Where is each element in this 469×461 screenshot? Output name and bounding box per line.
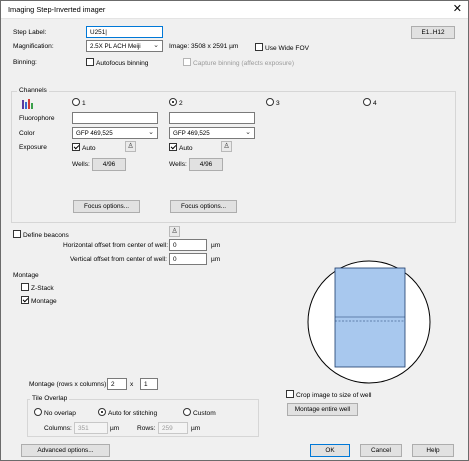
binning-label: Binning: bbox=[13, 59, 37, 66]
channels-group-label: Channels bbox=[17, 87, 49, 94]
help-button[interactable]: Help bbox=[412, 444, 454, 457]
wells-button-1[interactable]: 4/96 bbox=[92, 158, 126, 171]
focus-options-button-2[interactable]: Focus options... bbox=[170, 200, 237, 213]
montage-checkbox[interactable]: Montage bbox=[21, 296, 57, 305]
exposure-label: Exposure bbox=[19, 144, 47, 151]
no-overlap-radio[interactable]: No overlap bbox=[34, 408, 76, 417]
color-dropdown-1[interactable]: GFP 469,525 ⌄ bbox=[72, 127, 158, 139]
ok-button[interactable]: OK bbox=[310, 444, 350, 457]
chevron-down-icon: ⌄ bbox=[148, 129, 154, 136]
color-value-2: GFP 469,525 bbox=[173, 130, 210, 137]
range-button[interactable]: E1..H12 bbox=[411, 26, 455, 39]
wells-label-2: Wells: bbox=[169, 161, 187, 168]
tile-columns-label: Columns: bbox=[44, 425, 72, 432]
magnification-value: 2.5X PL ACH Meiji bbox=[90, 43, 141, 50]
image-size-label: Image: 3508 x 2591 µm bbox=[169, 43, 239, 50]
chevron-down-icon: ⌄ bbox=[245, 129, 251, 136]
channel-radio-3[interactable]: 3 bbox=[266, 98, 280, 107]
montage-tile-area bbox=[334, 267, 406, 368]
magnification-dropdown[interactable]: 2.5X PL ACH Meiji ⌄ bbox=[86, 40, 163, 52]
horizontal-offset-input[interactable]: 0 bbox=[169, 239, 207, 251]
step-label-input[interactable]: U251| bbox=[86, 26, 163, 38]
montage-section-label: Montage bbox=[13, 272, 39, 279]
chevron-down-icon: ⌄ bbox=[153, 42, 159, 49]
exposure-settings-icon[interactable]: ♙ bbox=[125, 141, 136, 152]
focus-options-button-1[interactable]: Focus options... bbox=[73, 200, 140, 213]
channel-radio-2[interactable]: 2 bbox=[169, 98, 183, 107]
horizontal-offset-unit: µm bbox=[211, 242, 221, 249]
vertical-offset-input[interactable]: 0 bbox=[169, 253, 207, 265]
close-icon[interactable]: ✕ bbox=[453, 3, 462, 15]
wells-button-2[interactable]: 4/96 bbox=[189, 158, 223, 171]
horizontal-offset-label: Horizontal offset from center of well: bbox=[63, 242, 169, 249]
well-preview bbox=[307, 260, 431, 384]
tile-columns-unit: µm bbox=[110, 425, 120, 432]
channel-radio-1[interactable]: 1 bbox=[72, 98, 86, 107]
channel-bars-icon[interactable] bbox=[22, 98, 36, 110]
crop-image-checkbox[interactable]: Crop image to size of well bbox=[286, 390, 372, 399]
tile-rows-input[interactable]: 259 bbox=[158, 422, 188, 434]
color-label: Color bbox=[19, 130, 35, 137]
autofocus-binning-checkbox[interactable]: Autofocus binning bbox=[86, 58, 148, 67]
tile-columns-input[interactable]: 351 bbox=[74, 422, 108, 434]
montage-x-label: x bbox=[130, 381, 134, 388]
step-label-text: Step Label: bbox=[13, 29, 47, 36]
custom-radio[interactable]: Custom bbox=[183, 408, 216, 417]
magnification-label: Magnification: bbox=[13, 43, 54, 50]
color-dropdown-2[interactable]: GFP 469,525 ⌄ bbox=[169, 127, 255, 139]
auto-stitching-radio[interactable]: Auto for stitching bbox=[98, 408, 157, 417]
wells-label-1: Wells: bbox=[72, 161, 90, 168]
exposure-auto-checkbox-1[interactable]: Auto bbox=[72, 143, 96, 152]
beacon-settings-icon[interactable]: ♙ bbox=[169, 226, 180, 237]
montage-columns-input[interactable]: 1 bbox=[140, 378, 158, 390]
zstack-checkbox[interactable]: Z-Stack bbox=[21, 283, 54, 292]
capture-binning-checkbox[interactable]: Capture binning (affects exposure) bbox=[183, 58, 294, 67]
vertical-offset-unit: µm bbox=[211, 256, 221, 263]
montage-entire-well-button[interactable]: Montage entire well bbox=[287, 403, 358, 416]
define-beacons-checkbox[interactable]: Define beacons bbox=[13, 230, 69, 239]
cancel-button[interactable]: Cancel bbox=[360, 444, 402, 457]
tile-overlap-group-label: Tile Overlap bbox=[30, 395, 70, 402]
fluorophore-label: Fluorophore bbox=[19, 115, 55, 122]
tile-rows-label: Rows: bbox=[137, 425, 156, 432]
fluorophore-input-1[interactable] bbox=[72, 112, 158, 124]
exposure-settings-icon[interactable]: ♙ bbox=[221, 141, 232, 152]
wide-fov-checkbox[interactable]: Use Wide FOV bbox=[255, 43, 309, 52]
window-title: Imaging Step-Inverted imager bbox=[8, 5, 106, 14]
advanced-options-button[interactable]: Advanced options... bbox=[21, 444, 110, 457]
exposure-auto-checkbox-2[interactable]: Auto bbox=[169, 143, 193, 152]
tile-rows-unit: µm bbox=[191, 425, 201, 432]
montage-size-label: Montage (rows x columns): bbox=[29, 381, 109, 388]
title-bar: Imaging Step-Inverted imager ✕ bbox=[1, 1, 468, 19]
dialog-window: Imaging Step-Inverted imager ✕ Step Labe… bbox=[0, 0, 469, 461]
montage-rows-input[interactable]: 2 bbox=[107, 378, 127, 390]
vertical-offset-label: Vertical offset from center of well: bbox=[70, 256, 167, 263]
color-value-1: GFP 469,525 bbox=[76, 130, 113, 137]
fluorophore-input-2[interactable] bbox=[169, 112, 255, 124]
channel-radio-4[interactable]: 4 bbox=[363, 98, 377, 107]
